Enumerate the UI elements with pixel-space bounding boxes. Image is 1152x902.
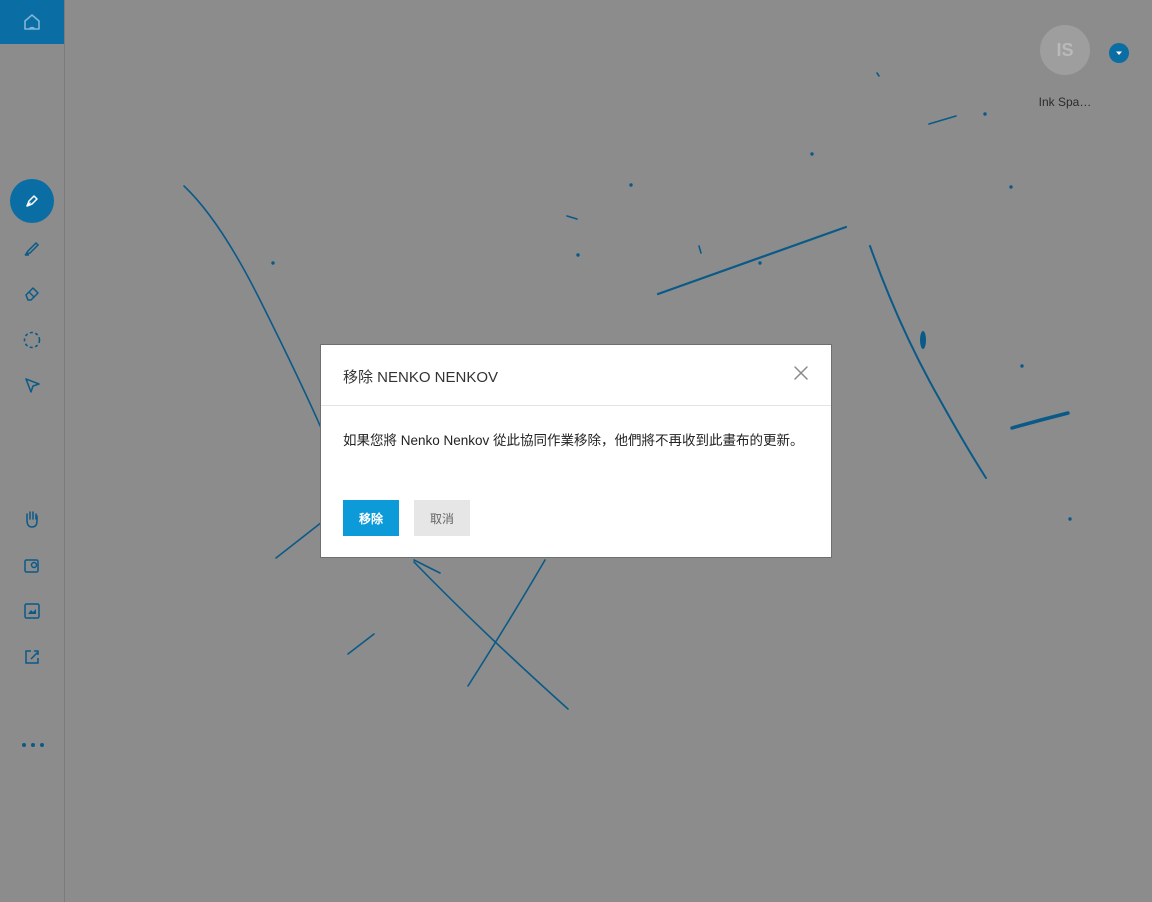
- toolbar: [0, 0, 65, 902]
- dot: [31, 743, 35, 747]
- share-button[interactable]: [0, 637, 64, 677]
- user-menu-button[interactable]: [1109, 43, 1129, 63]
- image-pin-icon: [24, 559, 39, 573]
- pen-icon: [26, 195, 38, 207]
- dialog-message: 如果您將 Nenko Nenkov 從此協同作業移除，他們將不再收到此畫布的更新…: [343, 433, 804, 448]
- dot: [22, 743, 26, 747]
- highlighter-icon: [24, 241, 40, 256]
- user-name: Ink Spa…: [1038, 95, 1092, 109]
- pointer-icon: [25, 378, 40, 393]
- dialog-header: 移除 NENKO NENKOV: [321, 345, 831, 406]
- share-icon: [25, 650, 39, 664]
- dialog-title: 移除 NENKO NENKOV: [343, 369, 499, 386]
- pen-tool-button[interactable]: [0, 179, 64, 223]
- avatar-initials: IS: [1056, 39, 1074, 60]
- close-icon: [794, 366, 808, 380]
- chevron-down-icon: [1116, 51, 1122, 55]
- dot: [40, 743, 44, 747]
- close-button[interactable]: [793, 365, 809, 381]
- remove-button[interactable]: 移除: [343, 500, 399, 536]
- home-icon: [24, 14, 40, 30]
- home-button[interactable]: [0, 0, 64, 44]
- avatar[interactable]: IS: [1040, 25, 1090, 75]
- background-button[interactable]: [0, 591, 64, 631]
- lasso-tool-button[interactable]: [0, 320, 64, 360]
- insert-image-button[interactable]: [0, 546, 64, 586]
- lasso-icon: [23, 331, 41, 349]
- more-dots-icon[interactable]: [22, 738, 44, 752]
- eraser-tool-button[interactable]: [0, 273, 64, 313]
- hand-icon: [26, 511, 38, 528]
- pan-tool-button[interactable]: [0, 499, 64, 539]
- remove-collaborator-dialog: 移除 NENKO NENKOV 如果您將 Nenko Nenkov 從此協同作業…: [320, 344, 832, 558]
- pointer-tool-button[interactable]: [0, 365, 64, 405]
- picture-icon: [24, 603, 40, 619]
- cancel-button[interactable]: 取消: [414, 500, 470, 536]
- highlighter-tool-button[interactable]: [0, 228, 64, 268]
- eraser-icon: [25, 287, 39, 301]
